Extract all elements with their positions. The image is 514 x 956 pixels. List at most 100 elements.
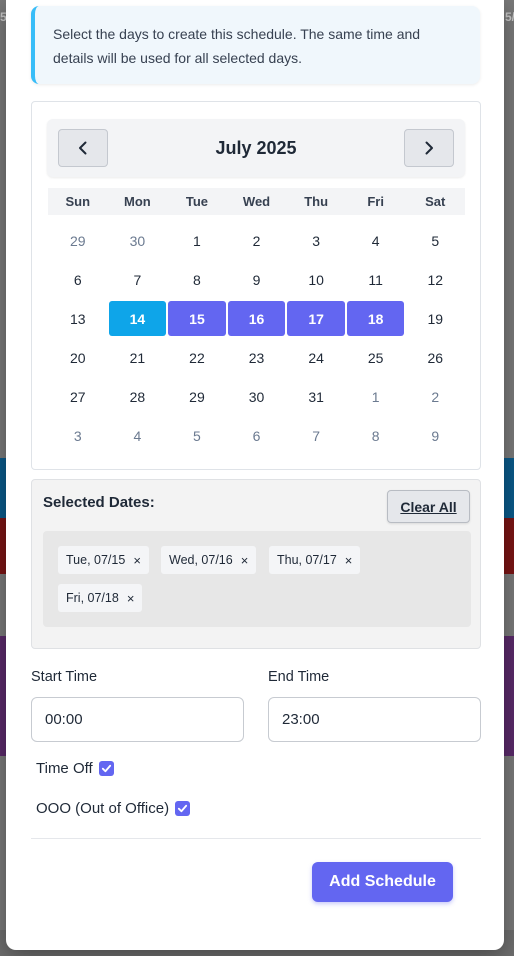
calendar-day[interactable]: 31 xyxy=(286,377,346,416)
day-number: 6 xyxy=(252,427,261,444)
calendar-day-today[interactable]: 14 xyxy=(108,299,168,338)
day-number: 21 xyxy=(129,349,146,366)
calendar-day[interactable]: 8 xyxy=(346,416,406,455)
calendar-day[interactable]: 6 xyxy=(227,416,287,455)
day-number: 2 xyxy=(431,388,440,405)
calendar-day[interactable]: 9 xyxy=(227,260,287,299)
calendar-day[interactable]: 3 xyxy=(48,416,108,455)
day-number: 5 xyxy=(193,427,201,444)
selected-dates-title: Selected Dates: xyxy=(43,494,155,511)
chevron-right-icon xyxy=(425,141,433,155)
calendar-day[interactable]: 7 xyxy=(108,260,168,299)
selected-dates-panel: Selected Dates: Clear All Tue, 07/15 × W… xyxy=(31,479,481,649)
calendar-day-selected[interactable]: 17 xyxy=(286,299,346,338)
calendar-week-row: 13 14 15 16 17 18 19 xyxy=(48,299,465,338)
chevron-left-icon xyxy=(79,141,87,155)
calendar-day[interactable]: 20 xyxy=(48,338,108,377)
weekday-header-row: Sun Mon Tue Wed Thu Fri Sat xyxy=(48,188,465,215)
day-number: 10 xyxy=(308,271,324,288)
remove-date-icon[interactable]: × xyxy=(241,553,249,568)
calendar-day[interactable]: 1 xyxy=(167,221,227,260)
calendar-day[interactable]: 1 xyxy=(346,377,406,416)
day-number: 23 xyxy=(248,349,265,366)
info-callout: Select the days to create this schedule.… xyxy=(31,6,480,84)
calendar-day[interactable]: 2 xyxy=(227,221,287,260)
calendar-header: July 2025 xyxy=(47,119,465,177)
previous-month-button[interactable] xyxy=(58,129,108,167)
day-number: 16 xyxy=(248,310,265,327)
calendar-day[interactable]: 3 xyxy=(286,221,346,260)
footer-divider xyxy=(31,838,481,839)
calendar-day[interactable]: 26 xyxy=(405,338,465,377)
day-number: 19 xyxy=(427,310,444,327)
calendar-week-row: 20 21 22 23 24 25 26 xyxy=(48,338,465,377)
start-time-label: Start Time xyxy=(31,669,98,685)
day-number: 3 xyxy=(73,427,82,444)
calendar-day[interactable]: 27 xyxy=(48,377,108,416)
day-number: 6 xyxy=(73,271,82,288)
day-number: 26 xyxy=(427,349,444,366)
remove-date-icon[interactable]: × xyxy=(127,591,135,606)
calendar-day[interactable]: 11 xyxy=(346,260,406,299)
calendar-day[interactable]: 7 xyxy=(286,416,346,455)
calendar-day[interactable]: 5 xyxy=(167,416,227,455)
remove-date-icon[interactable]: × xyxy=(345,553,353,568)
calendar-day[interactable]: 29 xyxy=(167,377,227,416)
calendar-week-row: 27 28 29 30 31 1 2 xyxy=(48,377,465,416)
calendar-day[interactable]: 4 xyxy=(108,416,168,455)
calendar-day[interactable]: 9 xyxy=(405,416,465,455)
calendar-day-selected[interactable]: 15 xyxy=(167,299,227,338)
calendar-day[interactable]: 10 xyxy=(286,260,346,299)
calendar-day[interactable]: 30 xyxy=(108,221,168,260)
calendar-day[interactable]: 24 xyxy=(286,338,346,377)
calendar-day[interactable]: 22 xyxy=(167,338,227,377)
calendar-day[interactable]: 23 xyxy=(227,338,287,377)
day-number: 24 xyxy=(308,349,324,366)
info-text: Select the days to create this schedule.… xyxy=(53,26,421,66)
start-time-input[interactable]: 00:00 xyxy=(31,697,244,742)
day-number: 29 xyxy=(70,232,86,249)
day-number: 17 xyxy=(308,310,324,327)
calendar-day[interactable]: 5 xyxy=(405,221,465,260)
date-chip: Tue, 07/15 × xyxy=(58,546,149,574)
calendar-day[interactable]: 8 xyxy=(167,260,227,299)
date-chip-label: Tue, 07/15 xyxy=(66,553,126,567)
calendar-day[interactable]: 21 xyxy=(108,338,168,377)
selected-dates-chips: Tue, 07/15 × Wed, 07/16 × Thu, 07/17 × F… xyxy=(43,531,471,627)
time-off-option: Time Off xyxy=(36,760,114,777)
day-number: 7 xyxy=(133,271,142,288)
time-off-checkbox[interactable] xyxy=(98,761,114,776)
calendar-day-selected[interactable]: 18 xyxy=(346,299,406,338)
day-number: 4 xyxy=(371,232,380,249)
calendar-day[interactable]: 19 xyxy=(405,299,465,338)
next-month-button[interactable] xyxy=(404,129,454,167)
ooo-checkbox[interactable] xyxy=(175,801,191,816)
clear-all-button[interactable]: Clear All xyxy=(387,490,470,523)
calendar-day[interactable]: 2 xyxy=(405,377,465,416)
background-text-right: 5/ xyxy=(505,10,514,24)
date-chip-label: Thu, 07/17 xyxy=(277,553,337,567)
day-number: 28 xyxy=(129,388,146,405)
calendar-day[interactable]: 13 xyxy=(48,299,108,338)
calendar-day[interactable]: 29 xyxy=(48,221,108,260)
day-number: 22 xyxy=(189,349,205,366)
calendar-day[interactable]: 30 xyxy=(227,377,287,416)
day-number: 3 xyxy=(312,232,320,249)
day-number: 14 xyxy=(129,310,146,327)
weekday-label: Tue xyxy=(185,194,209,209)
add-schedule-button[interactable]: Add Schedule xyxy=(312,862,453,902)
remove-date-icon[interactable]: × xyxy=(133,553,141,568)
date-chip: Fri, 07/18 × xyxy=(58,584,143,612)
day-number: 25 xyxy=(367,349,384,366)
calendar-day[interactable]: 25 xyxy=(346,338,406,377)
calendar-day-selected[interactable]: 16 xyxy=(227,299,287,338)
day-number: 1 xyxy=(193,232,201,249)
day-number: 2 xyxy=(252,232,261,249)
day-number: 9 xyxy=(431,427,440,444)
calendar-week-row: 29 30 1 2 3 4 5 xyxy=(48,221,465,260)
calendar-day[interactable]: 4 xyxy=(346,221,406,260)
calendar-day[interactable]: 6 xyxy=(48,260,108,299)
end-time-input[interactable]: 23:00 xyxy=(268,697,481,742)
calendar-day[interactable]: 28 xyxy=(108,377,168,416)
calendar-day[interactable]: 12 xyxy=(405,260,465,299)
